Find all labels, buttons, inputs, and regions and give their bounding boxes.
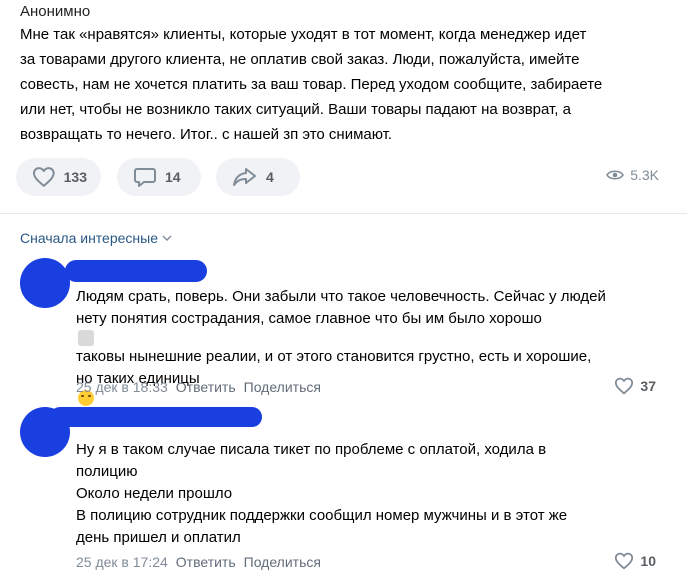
comment-text-line: день пришел и оплатил [76,529,241,546]
comment-text-line: Ну я в таком случае писала тикет по проб… [76,441,547,458]
redacted-author-name [50,407,262,427]
comment-meta: 25 дек в 18:33 Ответить Поделиться [76,379,321,395]
comment-count: 14 [165,169,181,185]
comment-text-line: Людям срать, поверь. Они забыли что тако… [76,288,606,305]
heart-icon [615,377,634,395]
share-arrow-icon [233,168,256,186]
comment-like-button[interactable]: 10 [614,552,656,570]
views-count: 5.3K [630,167,659,183]
avatar[interactable] [20,258,70,308]
divider [0,213,687,214]
comment-date[interactable]: 25 дек в 18:33 [76,379,168,395]
comment-text-line: Около недели прошло [76,485,233,502]
heart-icon [615,552,634,570]
comment-button[interactable]: 14 [117,158,201,196]
post-text-line: за товарами другого клиента, не оплатив … [20,51,580,68]
like-count: 133 [63,169,87,185]
post-text-line: совесть, нам не хочется платить за ваш т… [20,76,603,93]
comment-text-fragment: нету понятия сострадания, самое главное … [76,310,542,327]
share-count: 4 [266,169,274,185]
comment: Людям срать, поверь. Они забыли что тако… [20,256,680,406]
post-text: Мне так «нравятся» клиенты, которые уход… [20,22,670,147]
comment-text-line: нету понятия сострадания, самое главное … [76,308,606,346]
comment-meta: 25 дек в 17:24 Ответить Поделиться [76,554,321,570]
heart-icon [32,167,55,187]
post-text-line: Мне так «нравятся» клиенты, которые уход… [20,26,587,43]
share-button[interactable]: 4 [216,158,300,196]
comment-text-line: В полицию сотрудник поддержки сообщил но… [76,507,568,524]
chevron-down-icon [162,235,172,241]
views-counter: 5.3K [606,167,659,183]
sort-label: Сначала интересные [20,230,158,246]
redacted-author-name [65,260,207,282]
comment-text-line: полицию [76,463,138,480]
reply-button[interactable]: Ответить [176,379,236,395]
comment-date[interactable]: 25 дек в 17:24 [76,554,168,570]
share-comment-button[interactable]: Поделиться [244,554,321,570]
eye-icon [606,170,625,180]
post-actions: 133 14 4 5.3K [16,158,671,196]
comment-text-line: таковы нынешние реалии, и от этого стано… [76,348,592,365]
post-author[interactable]: Анонимно [20,2,670,22]
post-text-line: возвращать то нечего. Итог.. с нашей зп … [20,126,393,143]
sort-dropdown[interactable]: Сначала интересные [20,230,172,246]
comment-like-count: 10 [640,553,656,569]
share-comment-button[interactable]: Поделиться [244,379,321,395]
comment-like-button[interactable]: 37 [614,377,656,395]
comment-text: Ну я в таком случае писала тикет по проб… [76,439,567,549]
person-emoji-icon [78,330,94,346]
like-button[interactable]: 133 [16,158,101,196]
comment-like-count: 37 [640,378,656,394]
post: Анонимно Мне так «нравятся» клиенты, кот… [20,2,670,147]
comment: Ну я в таком случае писала тикет по проб… [20,405,680,573]
comment-bubble-icon [134,168,156,187]
reply-button[interactable]: Ответить [176,554,236,570]
post-text-line: или нет, чтобы не возникло таких ситуаци… [20,101,571,118]
